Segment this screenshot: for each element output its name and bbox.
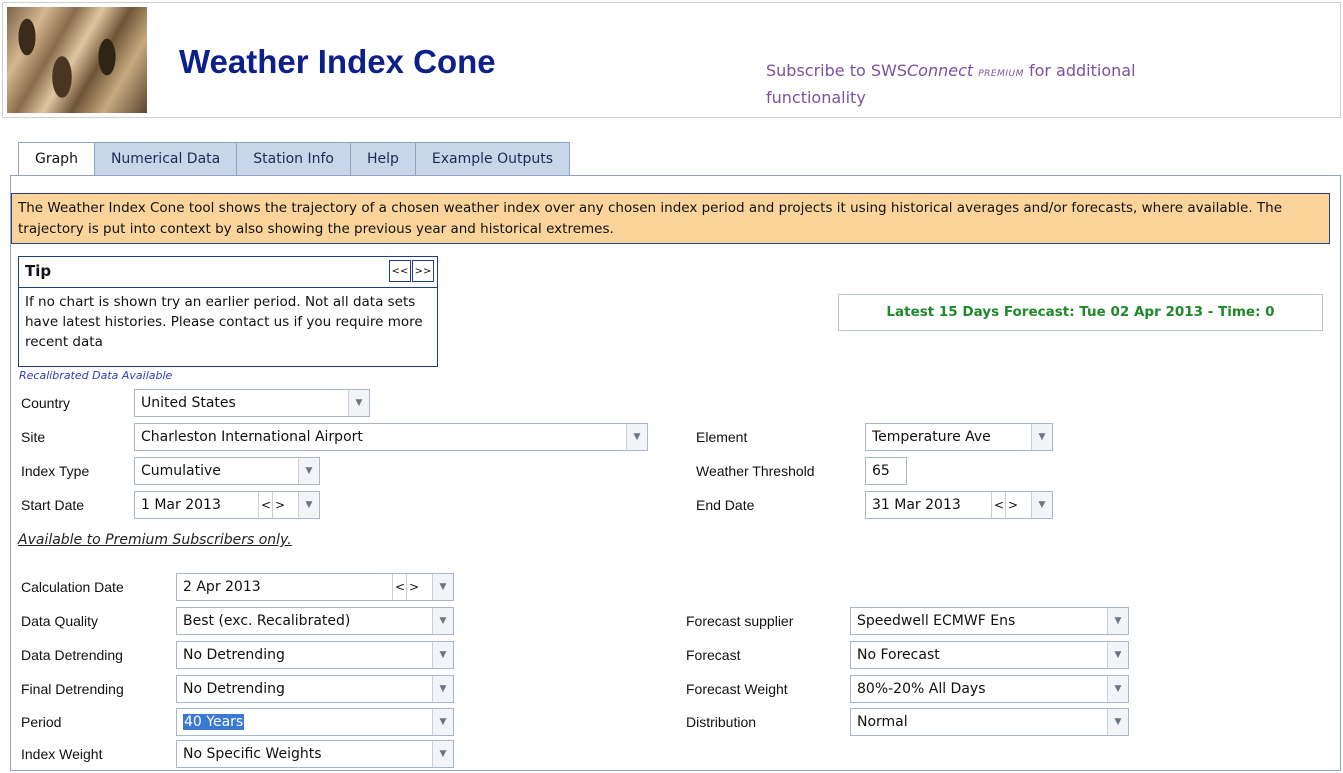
chevron-down-icon[interactable]: ▼ [1107,709,1128,735]
element-label: Element [696,429,748,445]
final-detrending-label: Final Detrending [21,681,124,697]
site-select[interactable]: Charleston International Airport ▼ [134,423,648,451]
start-date-label: Start Date [21,497,85,513]
chevron-down-icon[interactable]: ▼ [432,741,453,767]
chevron-down-icon[interactable]: ▼ [626,424,647,450]
data-quality-select[interactable]: Best (exc. Recalibrated) ▼ [176,607,454,635]
chevron-down-icon[interactable]: ▼ [298,492,319,518]
final-detrending-select[interactable]: No Detrending ▼ [176,675,454,703]
tip-nav: << >> [388,260,434,282]
forecast-supplier-label: Forecast supplier [686,613,794,629]
end-date-picker[interactable]: 31 Mar 2013 < > ▼ [865,491,1053,519]
end-date-prev-button[interactable]: < [991,492,1006,518]
data-detrending-select[interactable]: No Detrending ▼ [176,641,454,669]
country-label: Country [21,395,71,411]
chevron-down-icon[interactable]: ▼ [1107,642,1128,668]
tip-title: Tip [25,262,52,280]
forecast-select[interactable]: No Forecast ▼ [850,641,1129,669]
chevron-down-icon[interactable]: ▼ [432,676,453,702]
forecast-weight-label: Forecast Weight [686,681,788,697]
recalibrated-note: Recalibrated Data Available [19,369,173,382]
forecast-label: Forecast [686,647,741,663]
distribution-label: Distribution [686,714,757,730]
chevron-down-icon[interactable]: ▼ [1031,424,1052,450]
tab-station-info[interactable]: Station Info [237,142,351,175]
chevron-down-icon[interactable]: ▼ [348,390,369,416]
tip-prev-button[interactable]: << [389,260,411,282]
chevron-down-icon[interactable]: ▼ [432,709,453,735]
end-date-next-button[interactable]: > [1005,492,1020,518]
chevron-down-icon[interactable]: ▼ [1107,676,1128,702]
end-date-label: End Date [696,497,755,513]
chevron-down-icon[interactable]: ▼ [432,608,453,634]
start-date-next-button[interactable]: > [272,492,287,518]
chevron-down-icon[interactable]: ▼ [298,458,319,484]
chevron-down-icon[interactable]: ▼ [432,574,453,600]
tab-help[interactable]: Help [350,142,416,175]
tip-header: Tip << >> [19,257,437,288]
tab-example-outputs[interactable]: Example Outputs [415,142,571,175]
element-select[interactable]: Temperature Ave ▼ [865,423,1053,451]
latest-forecast-badge: Latest 15 Days Forecast: Tue 02 Apr 2013… [838,294,1323,331]
chevron-down-icon[interactable]: ▼ [1031,492,1052,518]
tip-box: Tip << >> If no chart is shown try an ea… [18,256,438,367]
chevron-down-icon[interactable]: ▼ [1107,608,1128,634]
site-label: Site [21,429,46,445]
tip-text: If no chart is shown try an earlier peri… [25,294,423,350]
period-select[interactable]: 40 Years ▼ [176,708,454,736]
distribution-select[interactable]: Normal ▼ [850,708,1129,736]
weather-threshold-input[interactable]: 65 [865,457,907,485]
logo-pipes-image [7,7,147,113]
premium-only-note: Available to Premium Subscribers only. [18,532,292,548]
index-weight-label: Index Weight [21,746,103,762]
period-label: Period [21,714,62,730]
chevron-down-icon[interactable]: ▼ [432,642,453,668]
index-type-label: Index Type [21,463,90,479]
start-date-prev-button[interactable]: < [258,492,273,518]
index-type-select[interactable]: Cumulative ▼ [134,457,320,485]
subscribe-link[interactable]: Subscribe to SWSConnect PREMIUM for addi… [766,59,1226,109]
page-title: Weather Index Cone [179,43,496,80]
calculation-date-prev-button[interactable]: < [392,574,407,600]
data-detrending-label: Data Detrending [21,647,123,663]
country-select[interactable]: United States ▼ [134,389,370,417]
tab-bar: Graph Numerical Data Station Info Help E… [18,142,571,177]
calculation-date-picker[interactable]: 2 Apr 2013 < > ▼ [176,573,454,601]
tab-graph[interactable]: Graph [18,142,95,177]
tab-numerical-data[interactable]: Numerical Data [94,142,238,175]
forecast-weight-select[interactable]: 80%-20% All Days ▼ [850,675,1129,703]
calculation-date-next-button[interactable]: > [406,574,421,600]
tip-next-button[interactable]: >> [412,260,434,282]
forecast-supplier-select[interactable]: Speedwell ECMWF Ens ▼ [850,607,1129,635]
header: Weather Index Cone Subscribe to SWSConne… [2,2,1341,118]
info-banner: The Weather Index Cone tool shows the tr… [11,193,1330,244]
weather-threshold-label: Weather Threshold [696,463,815,479]
data-quality-label: Data Quality [21,613,99,629]
start-date-picker[interactable]: 1 Mar 2013 < > ▼ [134,491,320,519]
calculation-date-label: Calculation Date [21,579,124,595]
index-weight-select[interactable]: No Specific Weights ▼ [176,740,454,768]
